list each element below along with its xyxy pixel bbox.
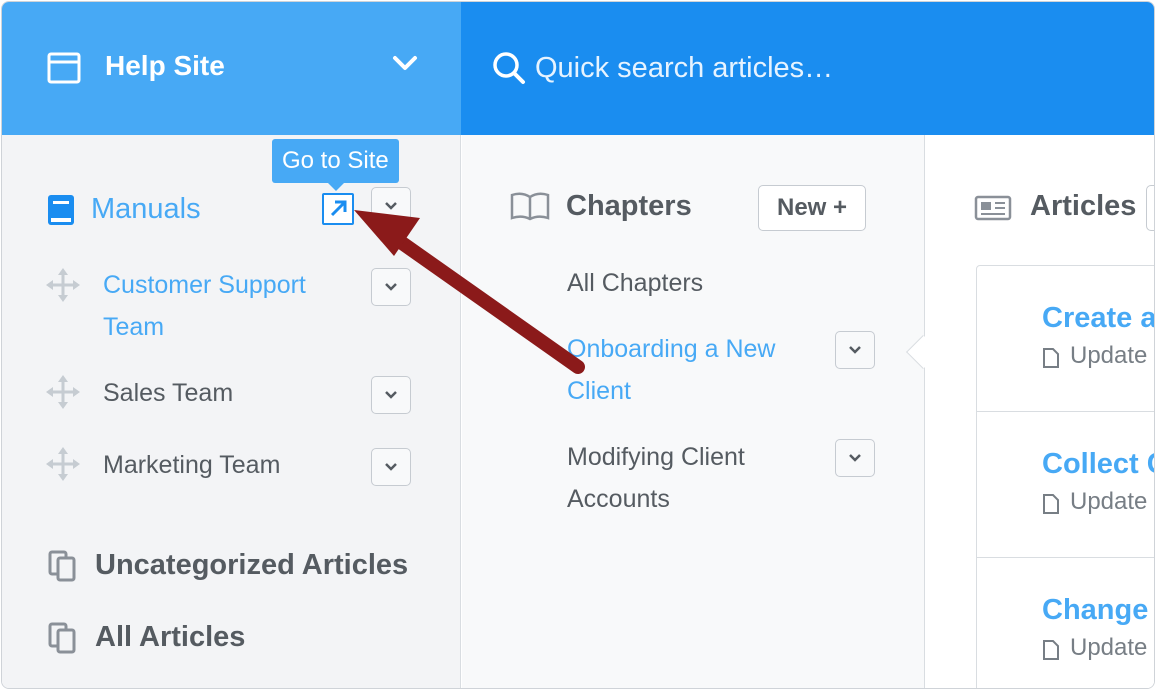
copy-documents-icon <box>48 550 76 582</box>
article-title[interactable]: Create a <box>1042 302 1154 335</box>
article-card[interactable]: Change s Update <box>977 558 1154 688</box>
article-title[interactable]: Collect C <box>1042 448 1154 481</box>
site-name: Help Site <box>105 50 225 81</box>
article-meta: Update <box>1070 488 1148 515</box>
article-meta: Update <box>1070 342 1148 369</box>
articles-column: Articles Create a Update Collect C Updat… <box>926 135 1154 688</box>
uncategorized-articles-link[interactable]: Uncategorized Articles <box>95 549 408 582</box>
search-bar <box>461 2 1154 135</box>
article-card[interactable]: Collect C Update <box>977 412 1154 558</box>
newspaper-icon <box>974 195 1012 221</box>
manual-item-marketing-team[interactable]: Marketing Team <box>103 444 280 486</box>
chapter-dropdown-button[interactable] <box>835 331 875 369</box>
chevron-down-icon[interactable] <box>390 50 420 76</box>
chapters-column: Chapters New + All Chapters Onboarding a… <box>462 135 925 688</box>
move-handle-icon[interactable] <box>46 447 80 481</box>
chevron-down-icon <box>849 346 861 354</box>
chevron-down-icon <box>385 463 397 471</box>
article-title[interactable]: Change s <box>1042 594 1154 627</box>
open-book-icon <box>510 192 550 221</box>
manual-item-sales-team[interactable]: Sales Team <box>103 372 233 414</box>
sidebar: Go to Site Manuals Customer Support Team <box>2 135 461 688</box>
manual-dropdown-button[interactable] <box>371 268 411 306</box>
document-icon <box>1043 494 1059 514</box>
chevron-down-icon <box>385 283 397 291</box>
article-card[interactable]: Create a Update <box>977 266 1154 412</box>
search-icon <box>493 52 525 84</box>
chapter-item-all[interactable]: All Chapters <box>567 262 703 304</box>
all-articles-link[interactable]: All Articles <box>95 621 245 654</box>
chapter-item-modifying[interactable]: Modifying Client Accounts <box>567 436 745 520</box>
move-handle-icon[interactable] <box>46 268 80 302</box>
chevron-down-icon <box>849 454 861 462</box>
manual-dropdown-button[interactable] <box>371 448 411 486</box>
document-icon <box>1043 348 1059 368</box>
go-to-site-button[interactable] <box>322 193 354 225</box>
move-handle-icon[interactable] <box>46 375 80 409</box>
copy-documents-icon <box>48 622 76 654</box>
chapters-title: Chapters <box>566 190 692 222</box>
manuals-dropdown-button[interactable] <box>371 187 411 225</box>
manual-dropdown-button[interactable] <box>371 376 411 414</box>
book-icon <box>48 195 74 225</box>
articles-toolbar-button[interactable] <box>1146 185 1154 231</box>
new-chapter-button[interactable]: New + <box>758 185 866 231</box>
manuals-title[interactable]: Manuals <box>91 193 201 226</box>
search-input[interactable] <box>535 46 1095 90</box>
site-switcher[interactable]: Help Site <box>2 2 461 135</box>
go-to-site-tooltip: Go to Site <box>272 139 399 191</box>
browser-window-icon <box>47 52 81 84</box>
document-icon <box>1043 640 1059 660</box>
chevron-down-icon <box>385 202 397 210</box>
chevron-down-icon <box>385 391 397 399</box>
article-list: Create a Update Collect C Update Change … <box>976 265 1154 688</box>
chapter-item-onboarding[interactable]: Onboarding a New Client <box>567 328 775 412</box>
articles-title: Articles <box>1030 190 1137 222</box>
app-window: Help Site Go to Site Manuals <box>1 1 1155 689</box>
article-meta: Update <box>1070 634 1148 661</box>
chapter-dropdown-button[interactable] <box>835 439 875 477</box>
external-link-icon <box>330 200 347 217</box>
manual-item-customer-support[interactable]: Customer Support Team <box>103 264 306 348</box>
